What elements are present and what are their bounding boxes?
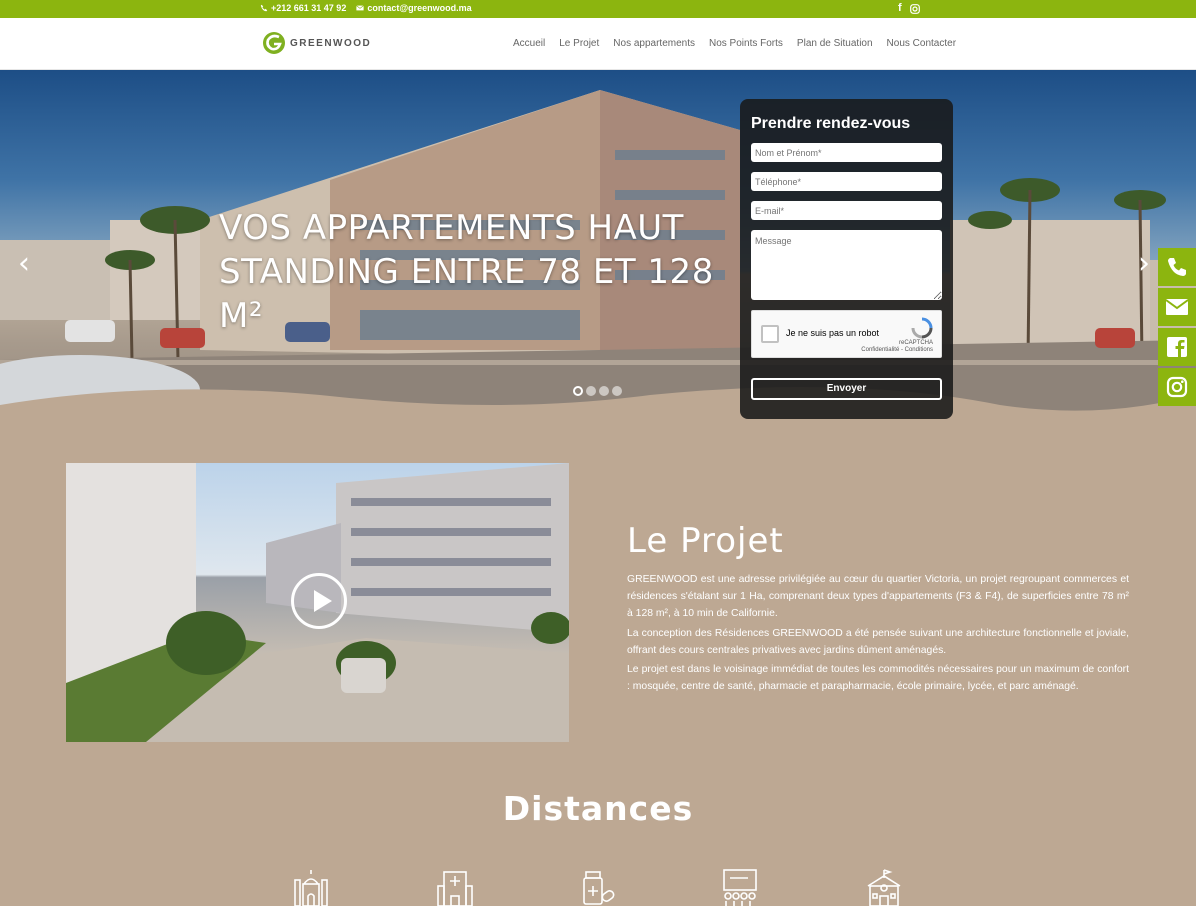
hero-wave	[0, 387, 1196, 435]
nav-nos-points-forts[interactable]: Nos Points Forts	[709, 38, 783, 49]
slider-dot-3[interactable]	[599, 386, 609, 396]
recaptcha-links[interactable]: Confidentialité - Conditions	[861, 347, 933, 354]
recaptcha-icon	[911, 317, 933, 339]
slider-dots	[573, 386, 622, 396]
mosque-icon	[294, 870, 328, 906]
project-video[interactable]	[66, 463, 569, 742]
recaptcha-brand-text: reCAPTCHA	[898, 340, 933, 346]
phone-icon	[260, 4, 268, 12]
email-input[interactable]	[751, 201, 942, 220]
nav-le-projet[interactable]: Le Projet	[559, 38, 599, 49]
email-address: contact@greenwood.ma	[367, 3, 472, 13]
top-social: f	[898, 2, 920, 14]
logo[interactable]: GREENWOOD	[262, 31, 371, 55]
main-nav: Accueil Le Projet Nos appartements Nos P…	[513, 38, 956, 49]
phone-number: +212 661 31 47 92	[271, 3, 347, 13]
nav-accueil[interactable]: Accueil	[513, 38, 545, 49]
distances-icons	[0, 868, 1196, 906]
nav-plan-de-situation[interactable]: Plan de Situation	[797, 38, 873, 49]
greenwood-logo-icon	[263, 32, 285, 54]
next-arrow[interactable]: ›	[1138, 246, 1150, 281]
side-instagram-button[interactable]	[1158, 368, 1196, 406]
hero-title-line-2: STANDING ENTRE 78 ET 128 M²	[219, 252, 714, 336]
envelope-icon	[1165, 299, 1189, 315]
email-contact[interactable]: contact@greenwood.ma	[356, 3, 472, 13]
high-school-icon	[867, 869, 901, 906]
slider-dot-2[interactable]	[586, 386, 596, 396]
hero-title: VOS APPARTEMENTS HAUT STANDING ENTRE 78 …	[219, 206, 739, 338]
side-phone-button[interactable]	[1158, 248, 1196, 286]
projet-description: GREENWOOD est une adresse privilégiée au…	[627, 571, 1129, 695]
distances-title: Distances	[502, 789, 694, 828]
logo-text: GREENWOOD	[290, 37, 372, 49]
phone-contact[interactable]: +212 661 31 47 92	[260, 3, 346, 13]
side-social-bar	[1158, 248, 1196, 408]
submit-button[interactable]: Envoyer	[751, 378, 942, 400]
recaptcha-widget: Je ne suis pas un robot reCAPTCHA Confid…	[751, 310, 942, 358]
contact-info: +212 661 31 47 92 contact@greenwood.ma	[260, 3, 472, 13]
name-input[interactable]	[751, 143, 942, 162]
play-button[interactable]	[291, 573, 347, 629]
hero-title-line-1: VOS APPARTEMENTS HAUT	[219, 208, 684, 248]
facebook-icon[interactable]: f	[898, 2, 902, 14]
nav-nos-appartements[interactable]: Nos appartements	[613, 38, 695, 49]
side-email-button[interactable]	[1158, 288, 1196, 326]
form-title: Prendre rendez-vous	[751, 115, 911, 132]
projet-paragraph-1: GREENWOOD est une adresse privilégiée au…	[627, 574, 1129, 620]
projet-title: Le Projet	[627, 521, 784, 561]
instagram-icon	[1166, 376, 1188, 398]
pharmacy-icon	[583, 871, 615, 905]
facebook-icon	[1167, 337, 1187, 357]
recaptcha-label: Je ne suis pas un robot	[786, 328, 880, 338]
envelope-icon	[356, 5, 365, 11]
projet-paragraph-2: La conception des Résidences GREENWOOD a…	[627, 627, 1129, 656]
school-icon	[723, 869, 757, 906]
phone-icon	[1168, 258, 1186, 276]
prev-arrow[interactable]: ‹	[18, 246, 30, 281]
hospital-icon	[437, 871, 473, 906]
phone-input[interactable]	[751, 172, 942, 191]
top-bar: +212 661 31 47 92 contact@greenwood.ma f	[0, 0, 1196, 18]
recaptcha-checkbox[interactable]	[761, 325, 779, 343]
recaptcha-brand: reCAPTCHA Confidentialité - Conditions	[861, 340, 933, 354]
projet-paragraph-3: Le projet est dans le voisinage immédiat…	[627, 664, 1129, 693]
nav-nous-contacter[interactable]: Nous Contacter	[887, 38, 956, 49]
site-header: GREENWOOD Accueil Le Projet Nos appartem…	[0, 18, 1196, 70]
slider-dot-4[interactable]	[612, 386, 622, 396]
message-input[interactable]	[751, 230, 942, 300]
side-facebook-button[interactable]	[1158, 328, 1196, 366]
instagram-icon[interactable]	[909, 4, 920, 14]
appointment-form: Prendre rendez-vous Je ne suis pas un ro…	[740, 99, 953, 419]
hero-slider: VOS APPARTEMENTS HAUT STANDING ENTRE 78 …	[0, 70, 1196, 435]
slider-dot-1[interactable]	[573, 386, 583, 396]
